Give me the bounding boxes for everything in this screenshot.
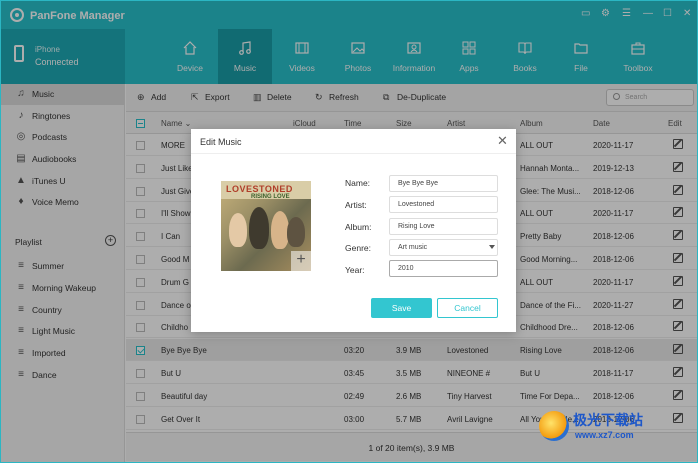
cover-figure	[229, 213, 247, 247]
cover-figure	[249, 207, 269, 249]
watermark-url: www.xz7.com	[575, 430, 634, 440]
cover-title: LOVESTONED	[226, 184, 293, 194]
album-field[interactable]: Rising Love	[389, 218, 498, 235]
watermark: 极光下载站 www.xz7.com	[539, 407, 691, 457]
genre-value: Art music	[398, 244, 428, 251]
name-field[interactable]: Bye Bye Bye	[389, 175, 498, 192]
cancel-button[interactable]: Cancel	[437, 298, 498, 318]
artist-field[interactable]: Lovestoned	[389, 196, 498, 213]
genre-select[interactable]: Art music	[389, 239, 498, 256]
cover-figure	[287, 217, 305, 247]
year-label: Year:	[345, 265, 365, 275]
chevron-down-icon	[489, 245, 495, 249]
cover-subtitle: RISING LOVE	[251, 194, 290, 200]
watermark-title: 极光下载站	[573, 412, 643, 428]
album-cover[interactable]: LOVESTONED RISING LOVE +	[221, 181, 311, 271]
close-icon[interactable]: ✕	[497, 133, 508, 149]
dialog-title: Edit Music	[200, 137, 242, 147]
watermark-logo-icon	[539, 411, 569, 441]
name-label: Name:	[345, 178, 371, 188]
genre-label: Genre:	[345, 243, 371, 253]
dialog-divider	[191, 153, 516, 154]
app-window: PanFone Manager ▭ ⚙ ☰ — ☐ ✕ iPhone Conne…	[0, 0, 698, 463]
edit-music-dialog: Edit Music ✕ LOVESTONED RISING LOVE + Na…	[191, 129, 516, 332]
artist-label: Artist:	[345, 200, 367, 210]
year-field[interactable]: 2010	[389, 260, 498, 277]
album-label: Album:	[345, 222, 372, 232]
change-cover-plus-icon[interactable]: +	[291, 251, 311, 271]
save-button[interactable]: Save	[371, 298, 432, 318]
